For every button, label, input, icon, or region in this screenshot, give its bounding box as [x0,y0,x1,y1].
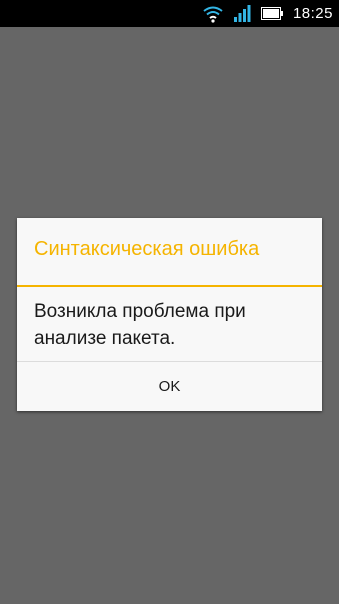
screen: 18:25 Синтаксическая ошибка Возникла про… [0,0,339,604]
ok-button[interactable]: OK [17,362,322,411]
wifi-icon [203,5,223,23]
error-dialog: Синтаксическая ошибка Возникла проблема … [17,218,322,411]
battery-icon [260,7,283,20]
status-icons: 18:25 [203,0,333,27]
dialog-message: Возникла проблема при анализе пакета. [34,301,246,349]
signal-icon [233,5,251,22]
status-bar: 18:25 [0,0,339,27]
title-divider [17,285,322,287]
dialog-title: Синтаксическая ошибка [34,238,260,260]
status-clock: 18:25 [292,5,333,22]
